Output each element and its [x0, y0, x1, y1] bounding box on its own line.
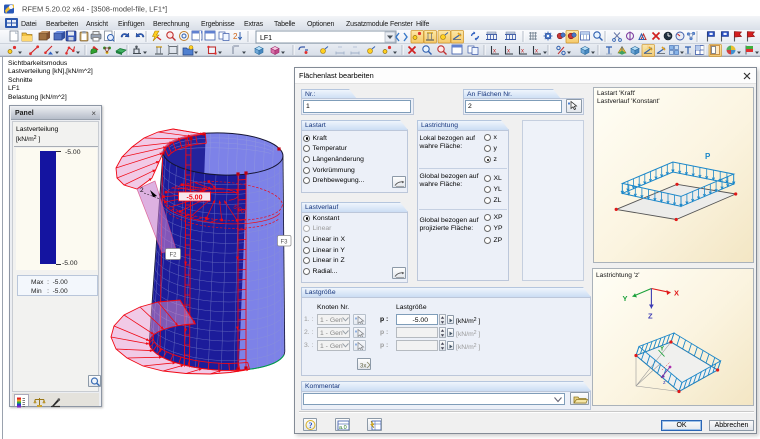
svg-text:Y: Y: [660, 347, 664, 353]
svg-text:-5.00: -5.00: [187, 195, 203, 202]
svg-text:Y: Y: [623, 294, 628, 303]
svg-text:a.0: a.0: [339, 425, 347, 431]
svg-text:Extras: Extras: [244, 21, 264, 28]
svg-text:Ergebnisse: Ergebnisse: [201, 21, 235, 28]
svg-text:2: 2: [140, 187, 144, 194]
svg-text:RFEM 5.20.02 x64 - [3508-model: RFEM 5.20.02 x64 - [3508-model-file, LF1…: [22, 5, 167, 14]
svg-text:Datei: Datei: [21, 21, 37, 28]
svg-text:Einfügen: Einfügen: [118, 21, 145, 28]
svg-text:LF1: LF1: [260, 35, 272, 42]
svg-text:X: X: [674, 289, 679, 298]
svg-text:Zusatzmodule: Zusatzmodule: [346, 21, 388, 28]
svg-text:Berechnung: Berechnung: [153, 21, 190, 28]
svg-text:F2: F2: [169, 253, 177, 259]
svg-text:Optionen: Optionen: [307, 21, 334, 28]
svg-text:Fenster: Fenster: [390, 21, 413, 28]
svg-text:x: x: [507, 49, 510, 55]
svg-text:F3: F3: [280, 240, 288, 246]
svg-text:Ansicht: Ansicht: [86, 21, 108, 28]
svg-text:z: z: [663, 380, 666, 386]
svg-text:2: 2: [233, 32, 238, 41]
svg-text:x: x: [535, 49, 538, 55]
svg-text:Tabelle: Tabelle: [274, 21, 295, 28]
svg-text:Hilfe: Hilfe: [416, 21, 430, 28]
svg-text:Z: Z: [648, 312, 653, 321]
svg-text:?: ?: [309, 421, 313, 430]
svg-text:x: x: [493, 49, 496, 55]
svg-text:P: P: [705, 152, 711, 161]
svg-text:x: x: [521, 49, 524, 55]
svg-text:3x: 3x: [360, 364, 366, 370]
svg-text:Bearbeiten: Bearbeiten: [46, 21, 79, 28]
